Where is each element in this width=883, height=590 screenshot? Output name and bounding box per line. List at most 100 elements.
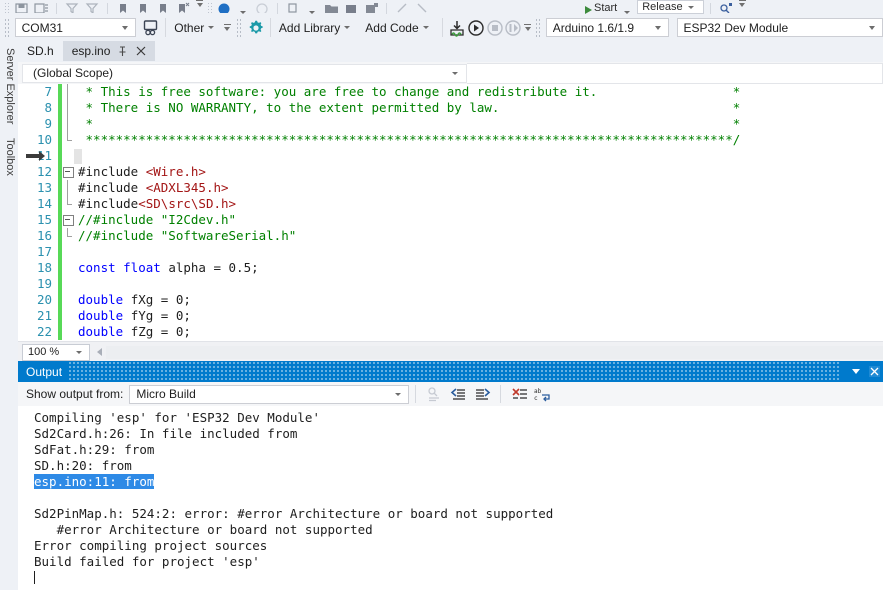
scrollbar-track[interactable] xyxy=(106,345,883,359)
clear-all-icon[interactable] xyxy=(507,383,531,405)
output-title-bar[interactable]: Output xyxy=(18,361,883,382)
save-all-icon[interactable] xyxy=(32,0,50,14)
filter-clear-icon[interactable] xyxy=(83,0,101,14)
zoom-combo[interactable]: 100 % xyxy=(22,343,90,361)
run-icon[interactable] xyxy=(466,17,485,38)
board-combo[interactable]: ESP32 Dev Module xyxy=(676,18,883,37)
code-lines[interactable]: 7 * This is free software: you are free … xyxy=(18,84,883,341)
output-line[interactable]: SD.h:20: from xyxy=(34,458,883,474)
fold-margin[interactable] xyxy=(62,180,74,196)
toolbar-overflow-icon-2[interactable] xyxy=(737,0,748,14)
code-line[interactable]: 14 #include<SD\src\SD.h> xyxy=(18,196,883,212)
code-line[interactable]: 9 * * xyxy=(18,116,883,132)
toolbar-overflow-icon-4[interactable] xyxy=(523,17,533,38)
device-icon[interactable] xyxy=(142,17,161,38)
output-source-combo[interactable]: Micro Build xyxy=(129,384,410,404)
scroll-left-icon[interactable] xyxy=(93,345,106,359)
fold-margin[interactable] xyxy=(62,116,74,132)
collapse-icon[interactable] xyxy=(63,167,74,178)
code-line[interactable]: 20 double fXg = 0; xyxy=(18,292,883,308)
start-debug-label[interactable]: Start xyxy=(594,2,617,14)
toolbar-overflow-icon[interactable] xyxy=(194,0,205,14)
code-line[interactable]: 11 xyxy=(18,148,883,164)
navigate-back-icon[interactable] xyxy=(413,0,431,14)
code-text[interactable] xyxy=(74,244,78,260)
solution-configuration-combo[interactable]: Release xyxy=(637,0,704,14)
code-line[interactable]: 8 * There is NO WARRANTY, to the extent … xyxy=(18,100,883,116)
toolbar-grip-3[interactable] xyxy=(535,18,542,37)
fold-margin[interactable] xyxy=(62,276,74,292)
fold-margin[interactable] xyxy=(62,244,74,260)
fold-margin[interactable] xyxy=(62,212,74,228)
output-line[interactable] xyxy=(34,570,883,586)
title-drag-area[interactable] xyxy=(68,361,841,382)
fold-margin[interactable] xyxy=(62,148,74,164)
add-library-button[interactable]: Add Library xyxy=(276,17,358,38)
horizontal-scrollbar[interactable] xyxy=(93,345,883,359)
output-text[interactable]: Compiling 'esp' for 'ESP32 Dev Module' Sd… xyxy=(18,406,883,590)
programmer-button[interactable]: Other xyxy=(171,17,222,38)
chevron-down-icon[interactable] xyxy=(847,361,865,382)
code-text[interactable]: #include<SD\src\SD.h> xyxy=(74,196,236,212)
pin-icon[interactable] xyxy=(117,45,128,57)
gear-icon[interactable] xyxy=(246,17,265,38)
output-line[interactable]: Sd2Card.h:26: In file included from xyxy=(34,426,883,442)
output-line[interactable]: #error Architecture or board not support… xyxy=(34,522,883,538)
output-line[interactable]: Build failed for project 'esp' xyxy=(34,554,883,570)
code-line[interactable]: 12 #include <Wire.h> xyxy=(18,164,883,180)
code-text[interactable] xyxy=(74,276,78,292)
folder-icon[interactable] xyxy=(322,0,340,14)
code-text[interactable]: * There is NO WARRANTY, to the extent pe… xyxy=(74,100,741,116)
code-text[interactable]: #include <Wire.h> xyxy=(74,164,206,180)
save-icon[interactable] xyxy=(12,0,30,14)
upload-icon[interactable] xyxy=(448,17,467,38)
fold-margin[interactable] xyxy=(62,164,74,180)
find-message-icon[interactable] xyxy=(422,383,446,405)
selected-output-text[interactable]: esp.ino:11: from xyxy=(34,474,155,489)
close-icon[interactable] xyxy=(135,45,146,57)
output-line[interactable]: Compiling 'esp' for 'ESP32 Dev Module' xyxy=(34,410,883,426)
bookmark-icon[interactable] xyxy=(114,0,132,14)
sidebar-item-server-explorer[interactable]: Server Explorer xyxy=(0,41,20,131)
code-line[interactable]: 17 xyxy=(18,244,883,260)
fold-margin[interactable] xyxy=(62,260,74,276)
navigate-forward-icon[interactable] xyxy=(393,0,411,14)
toolbar-grip-main[interactable] xyxy=(4,18,11,37)
new-window-icon[interactable] xyxy=(284,0,302,14)
code-line[interactable]: 22 double fZg = 0; xyxy=(18,324,883,340)
scope-combo[interactable]: (Global Scope) xyxy=(22,63,467,83)
code-text[interactable]: //#include "I2Cdev.h" xyxy=(74,212,236,228)
fold-margin[interactable] xyxy=(62,308,74,324)
fold-margin[interactable] xyxy=(62,196,74,212)
start-debug-icon[interactable] xyxy=(585,6,592,14)
code-line[interactable]: 7 * This is free software: you are free … xyxy=(18,84,883,100)
code-text[interactable]: double fZg = 0; xyxy=(74,324,191,340)
fold-margin[interactable] xyxy=(62,292,74,308)
add-code-button[interactable]: Add Code xyxy=(362,17,436,38)
toggle-word-wrap-icon[interactable]: ab c xyxy=(531,383,555,405)
code-editor[interactable]: 7 * This is free software: you are free … xyxy=(18,84,883,341)
code-line[interactable]: 15 //#include "I2Cdev.h" xyxy=(18,212,883,228)
code-text[interactable]: double fXg = 0; xyxy=(74,292,191,308)
fold-margin[interactable] xyxy=(62,84,74,100)
collapse-icon[interactable] xyxy=(63,215,74,226)
toolbar-grip-2[interactable] xyxy=(207,2,213,14)
toolbar-overflow-icon-3[interactable] xyxy=(222,17,232,38)
find-icon[interactable] xyxy=(717,0,735,14)
pause-icon[interactable] xyxy=(504,17,523,38)
fold-margin[interactable] xyxy=(62,132,74,148)
output-line[interactable]: Sd2PinMap.h: 524:2: error: #error Archit… xyxy=(34,506,883,522)
stop-icon[interactable] xyxy=(485,17,504,38)
code-line[interactable]: 21 double fYg = 0; xyxy=(18,308,883,324)
output-line[interactable] xyxy=(34,490,883,506)
serial-port-combo[interactable]: COM31 xyxy=(14,18,136,37)
code-line[interactable]: 13 #include <ADXL345.h> xyxy=(18,180,883,196)
bookmark-next-icon[interactable] xyxy=(154,0,172,14)
code-line[interactable]: 19 xyxy=(18,276,883,292)
code-line[interactable]: 10 *************************************… xyxy=(18,132,883,148)
code-line[interactable]: 16 //#include "SoftwareSerial.h" xyxy=(18,228,883,244)
member-combo[interactable] xyxy=(467,62,883,84)
go-to-next-message-icon[interactable] xyxy=(470,383,494,405)
fold-margin[interactable] xyxy=(62,324,74,340)
solution-icon[interactable] xyxy=(342,0,360,14)
